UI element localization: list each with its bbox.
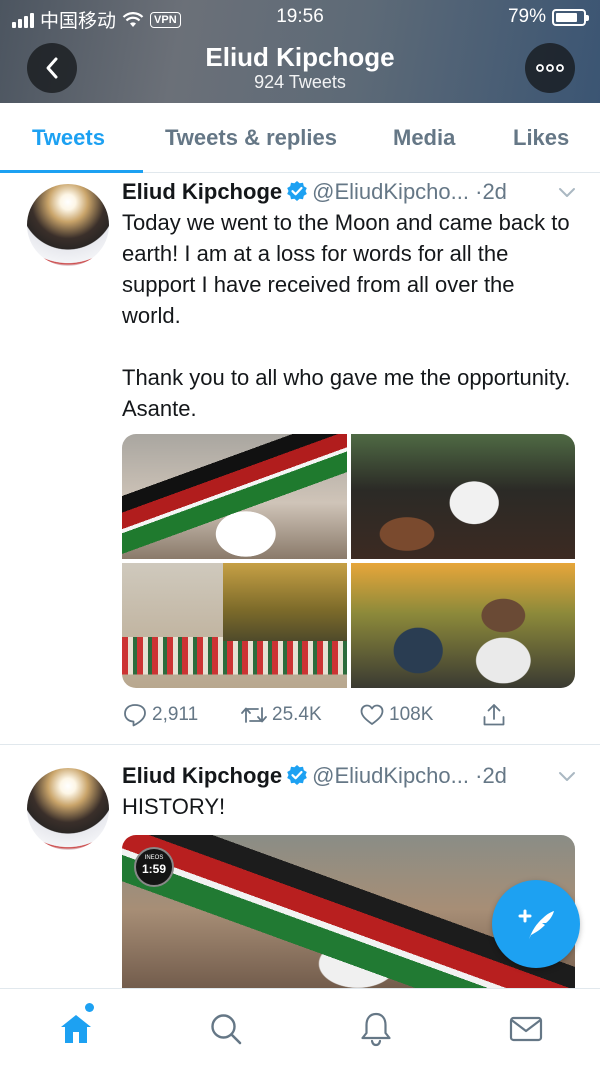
author-handle[interactable]: @EliudKipcho... (312, 179, 469, 204)
search-tab[interactable] (206, 1009, 246, 1049)
author-handle[interactable]: @EliudKipcho... (312, 763, 469, 788)
mail-icon (509, 1016, 543, 1042)
like-button[interactable]: 108K (359, 702, 433, 728)
home-notification-dot (85, 1003, 94, 1012)
compose-icon (518, 909, 554, 939)
battery-icon (552, 8, 589, 26)
reply-button[interactable]: 2,911 (122, 702, 198, 728)
tweet-divider (0, 744, 600, 745)
verified-icon (287, 765, 307, 785)
more-button[interactable] (525, 43, 575, 93)
tweet-count: 924 Tweets (254, 72, 346, 92)
author-name[interactable]: Eliud Kipchoge (122, 763, 282, 788)
avatar[interactable] (27, 768, 109, 850)
tab-media[interactable]: Media (393, 125, 455, 151)
search-icon (211, 1014, 242, 1045)
bottom-nav (0, 988, 600, 1067)
author-name[interactable]: Eliud Kipchoge (122, 179, 282, 204)
tab-tweets[interactable]: Tweets (32, 125, 105, 151)
messages-tab[interactable] (506, 1009, 546, 1049)
battery-level (556, 12, 577, 22)
status-right: 79% (507, 6, 589, 28)
battery-percent: 79% (507, 6, 546, 27)
home-tab[interactable] (56, 1009, 96, 1049)
tweet-age: 2d (482, 179, 507, 204)
more-icon (536, 64, 564, 72)
avatar[interactable] (27, 184, 109, 266)
chevron-down-icon[interactable] (556, 765, 578, 787)
time-badge: INEOS 1:59 (134, 847, 174, 887)
profile-header: 中国移动 VPN 19:56 79% Eliud Kipchoge 924 Tw… (0, 0, 600, 103)
share-button[interactable] (481, 702, 507, 728)
badge-brand: INEOS (144, 855, 164, 861)
chevron-down-icon[interactable] (556, 181, 578, 203)
home-icon (61, 1015, 91, 1043)
tweet-header: Eliud Kipchoge @EliudKipcho... ·2d (122, 179, 578, 205)
reply-count: 2,911 (152, 704, 199, 725)
status-bar: 中国移动 VPN 19:56 79% (0, 0, 600, 34)
tweet-photo[interactable] (122, 563, 347, 688)
verified-icon (287, 181, 307, 201)
heart-icon (360, 704, 384, 725)
tweet-age: 2d (482, 763, 507, 788)
tweet-photo[interactable] (350, 563, 575, 688)
tweet-text: Today we went to the Moon and came back … (122, 210, 571, 421)
share-icon (483, 704, 505, 726)
profile-name: Eliud Kipchoge (205, 42, 395, 72)
retweet-count: 25.4K (272, 704, 322, 725)
tweet-header: Eliud Kipchoge @EliudKipcho... ·2d (122, 763, 578, 789)
bell-icon (361, 1012, 391, 1047)
like-count: 108K (389, 704, 434, 725)
tweet-actions: 2,911 25.4K 108K (122, 702, 522, 732)
compose-button[interactable] (492, 880, 580, 968)
tweet-text: HISTORY! (122, 794, 226, 819)
tweet[interactable]: Eliud Kipchoge @EliudKipcho... ·2d Today… (0, 174, 600, 744)
active-tab-indicator (0, 170, 143, 173)
notifications-tab[interactable] (356, 1009, 396, 1049)
tweet-photo[interactable] (350, 434, 575, 559)
tab-tweets-and-replies[interactable]: Tweets & replies (165, 125, 337, 151)
tab-likes[interactable]: Likes (513, 125, 569, 151)
retweet-button[interactable]: 25.4K (240, 702, 322, 728)
retweet-icon (241, 707, 267, 723)
media-grid (122, 434, 575, 688)
reply-icon (124, 704, 146, 727)
profile-tabs: Tweets Tweets & replies Media Likes (0, 103, 600, 173)
badge-time: 1:59 (141, 862, 167, 876)
tweet-photo[interactable] (122, 434, 347, 559)
